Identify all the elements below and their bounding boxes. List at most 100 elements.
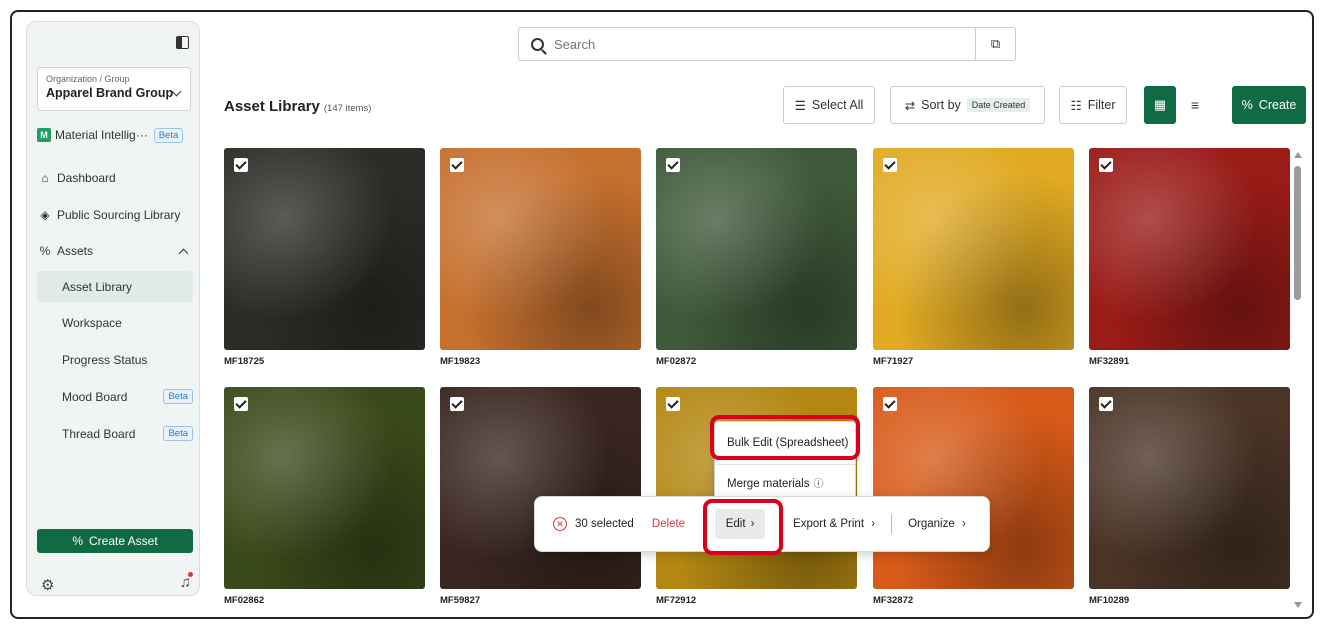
delete-button[interactable]: Delete xyxy=(652,518,685,530)
scroll-down-arrow[interactable] xyxy=(1294,602,1302,608)
page-title-text: Asset Library xyxy=(224,98,320,115)
asset-card[interactable]: MF18725 xyxy=(224,148,425,367)
sidebar-item-label: Workspace xyxy=(62,315,122,330)
select-all-label: Select All xyxy=(811,98,864,112)
sidebar-item-mood-board[interactable]: Mood Board Beta xyxy=(37,381,193,412)
clear-selection-icon[interactable]: ✕ xyxy=(553,517,567,531)
org-group-selector[interactable]: Organization / Group Apparel Brand Group xyxy=(37,67,191,111)
beta-badge: Beta xyxy=(163,389,193,404)
chevron-up-icon xyxy=(178,248,189,258)
assets-icon: % xyxy=(1241,98,1253,112)
menu-divider xyxy=(715,464,855,465)
asset-card[interactable]: MF02862 xyxy=(224,387,425,606)
asset-checkbox[interactable] xyxy=(234,397,248,411)
asset-code: MF32872 xyxy=(873,595,914,606)
edit-label: Edit xyxy=(725,518,746,530)
export-label: Export & Print xyxy=(793,518,865,530)
asset-thumbnail[interactable] xyxy=(873,387,1074,589)
org-label: Organization / Group xyxy=(46,74,130,84)
edit-button[interactable]: Edit › xyxy=(703,499,784,555)
asset-card[interactable]: MF32891 xyxy=(1089,148,1290,367)
asset-thumbnail[interactable] xyxy=(440,387,641,589)
scrollbar-thumb[interactable] xyxy=(1294,166,1301,300)
notification-dot xyxy=(188,572,193,577)
sidebar-item-asset-library[interactable]: Asset Library xyxy=(37,271,193,302)
bulk-action-bar: ✕ 30 selected Delete Edit › Export & Pri… xyxy=(534,496,990,555)
asset-thumbnail[interactable] xyxy=(873,148,1074,350)
sidebar-item-label: Asset Library xyxy=(62,279,133,294)
sidebar-item-label: Mood Board xyxy=(62,389,128,404)
material-intelligence-icon: M xyxy=(37,128,51,142)
checklist-icon: ☰ xyxy=(794,98,806,113)
grid-view-button[interactable]: ▦ xyxy=(1144,86,1176,124)
sidebar-item-label: Assets xyxy=(57,244,94,258)
export-print-button[interactable]: Export & Print › xyxy=(793,518,875,530)
chevron-right-icon: › xyxy=(871,518,876,530)
asset-thumbnail[interactable] xyxy=(656,148,857,350)
sidebar-item-progress-status[interactable]: Progress Status xyxy=(37,344,193,375)
sidebar-item-label: Progress Status xyxy=(62,352,148,367)
create-button[interactable]: % Create xyxy=(1232,86,1306,124)
highlight-bulk-edit xyxy=(710,415,860,460)
asset-checkbox[interactable] xyxy=(1099,158,1113,172)
list-view-button[interactable]: ≡ xyxy=(1178,86,1212,124)
gear-icon[interactable]: ⚙ xyxy=(41,576,54,594)
sidebar-item-label: Dashboard xyxy=(57,171,116,185)
asset-thumbnail[interactable] xyxy=(1089,387,1290,589)
asset-checkbox[interactable] xyxy=(1099,397,1113,411)
layers-icon: ◈ xyxy=(40,208,50,222)
search-input[interactable] xyxy=(554,36,954,52)
dashboard-icon: ⌂ xyxy=(41,171,49,185)
select-all-button[interactable]: ☰ Select All xyxy=(783,86,875,124)
list-icon: ≡ xyxy=(1190,97,1200,113)
organize-button[interactable]: Organize › xyxy=(908,518,966,530)
filter-icon: ☷ xyxy=(1070,98,1082,113)
asset-code: MF71927 xyxy=(873,356,914,367)
assets-icon: % xyxy=(39,244,51,258)
merge-materials-menu-item[interactable]: Merge materials ⓘ xyxy=(727,475,823,490)
sort-value-chip: Date Created xyxy=(966,98,1031,112)
asset-thumbnail[interactable] xyxy=(1089,148,1290,350)
beta-badge: Beta xyxy=(153,127,184,143)
asset-code: MF10289 xyxy=(1089,595,1130,606)
app-frame: Organization / Group Apparel Brand Group… xyxy=(10,10,1314,619)
asset-thumbnail[interactable] xyxy=(224,387,425,589)
asset-checkbox[interactable] xyxy=(883,397,897,411)
scroll-up-arrow[interactable] xyxy=(1294,152,1302,158)
chevron-right-icon: › xyxy=(961,518,966,530)
grid-icon: ▦ xyxy=(1153,97,1167,112)
sidebar-item-dashboard[interactable]: ⌂ Dashboard xyxy=(37,163,193,193)
create-asset-button[interactable]: % Create Asset xyxy=(37,529,193,553)
asset-thumbnail[interactable] xyxy=(440,148,641,350)
organize-label: Organize xyxy=(908,518,955,530)
sidebar-item-label: Thread Board xyxy=(62,426,136,441)
asset-checkbox[interactable] xyxy=(450,158,464,172)
page-title: Asset Library (147 items) xyxy=(224,98,371,115)
asset-checkbox[interactable] xyxy=(883,158,897,172)
sidebar-item-workspace[interactable]: Workspace xyxy=(37,307,193,338)
asset-checkbox[interactable] xyxy=(234,158,248,172)
asset-thumbnail[interactable] xyxy=(224,148,425,350)
create-label: Create xyxy=(1258,98,1297,112)
asset-checkbox[interactable] xyxy=(450,397,464,411)
sidebar-item-thread-board[interactable]: Thread Board Beta xyxy=(37,418,193,449)
image-search-icon[interactable]: ⧉ xyxy=(975,28,1015,60)
sidebar-item-public-sourcing-library[interactable]: ◈ Public Sourcing Library xyxy=(37,200,193,230)
beta-badge: Beta xyxy=(163,426,193,441)
asset-card[interactable]: MF71927 xyxy=(873,148,1074,367)
asset-card[interactable]: MF19823 xyxy=(440,148,641,367)
asset-code: MF02872 xyxy=(656,356,697,367)
filter-button[interactable]: ☷ Filter xyxy=(1059,86,1127,124)
asset-code: MF32891 xyxy=(1089,356,1130,367)
sidebar-item-material-intelligence[interactable]: M Material Intellig··· Beta xyxy=(37,120,193,150)
sidebar-collapse-icon[interactable] xyxy=(176,36,189,49)
sidebar-item-assets[interactable]: % Assets xyxy=(37,236,193,266)
asset-checkbox[interactable] xyxy=(666,397,680,411)
bar-divider xyxy=(891,514,893,534)
asset-card[interactable]: MF10289 xyxy=(1089,387,1290,606)
sort-label: Sort by xyxy=(921,98,961,112)
asset-checkbox[interactable] xyxy=(666,158,680,172)
asset-code: MF02862 xyxy=(224,595,265,606)
sort-button[interactable]: ⇄ Sort by Date Created xyxy=(890,86,1045,124)
asset-card[interactable]: MF02872 xyxy=(656,148,857,367)
